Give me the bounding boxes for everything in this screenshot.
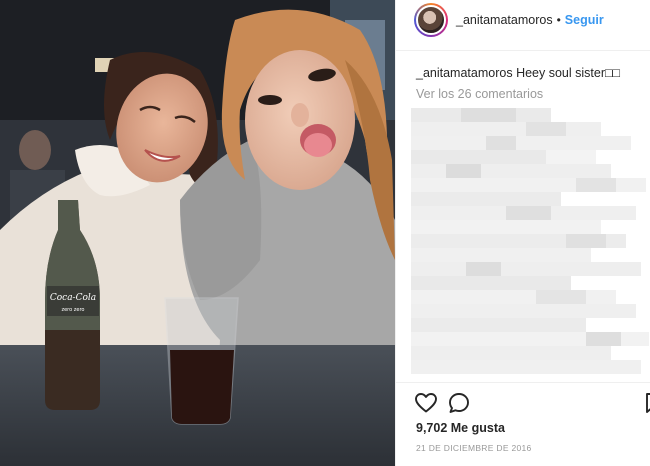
post-photo[interactable]: Coca-Cola zero zero <box>0 0 395 466</box>
follow-button[interactable]: Seguir <box>565 13 604 27</box>
post-username[interactable]: _anitamatamoros <box>456 13 553 27</box>
separator-dot: • <box>556 13 561 27</box>
blurred-comments <box>406 100 650 383</box>
caption-text: Heey soul sister□□ <box>516 66 621 80</box>
post-date: 21 DE DICIEMBRE DE 2016 <box>416 443 532 453</box>
likes-count[interactable]: 9,702 Me gusta <box>416 421 505 435</box>
post-caption: _anitamatamoros Heey soul sister□□ <box>416 65 646 81</box>
actions-divider <box>396 382 650 383</box>
avatar-image <box>416 5 446 35</box>
heart-icon[interactable] <box>414 391 438 415</box>
avatar[interactable] <box>414 3 448 37</box>
caption-username[interactable]: _anitamatamoros <box>416 66 513 80</box>
post-side-panel: _anitamatamoros • Seguir _anitamatamoros… <box>395 0 650 466</box>
bookmark-icon[interactable] <box>641 391 650 415</box>
bottle-brand: Coca-Cola <box>50 293 96 303</box>
comment-bubble-icon[interactable] <box>447 391 471 415</box>
header-divider <box>396 50 650 51</box>
view-comments-link[interactable]: Ver los 26 comentarios <box>416 87 543 101</box>
post-image: Coca-Cola zero zero <box>0 0 395 466</box>
post-header: _anitamatamoros • Seguir <box>396 0 650 40</box>
action-bar <box>414 391 650 415</box>
bottle-subtitle: zero zero <box>61 307 84 313</box>
